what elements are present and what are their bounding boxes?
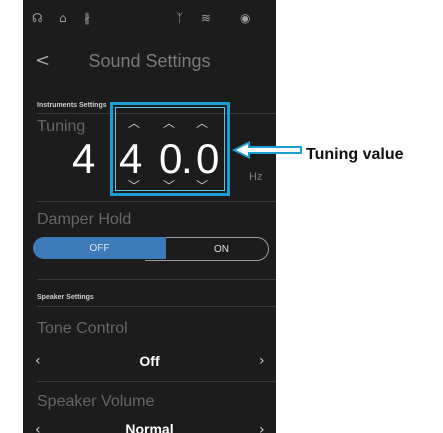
tuning-label: Tuning <box>37 118 86 135</box>
tone-control-value: Off <box>139 353 160 369</box>
divider <box>37 381 276 382</box>
divider <box>37 306 276 307</box>
phone-screen: ☊ ⌂ ∦ ᛉ ≋ ◉ < Sound Settings Instruments… <box>23 0 276 433</box>
damper-hold-label: Damper Hold <box>37 211 132 228</box>
audio-icon: ≋ <box>201 11 212 25</box>
speaker-volume-value: Normal <box>125 421 174 433</box>
tone-control-label: Tone Control <box>37 320 128 337</box>
tuning-digit-1: 4 <box>72 135 96 182</box>
tuning-highlight-box <box>110 102 230 196</box>
tuning-unit: Hz <box>249 171 263 183</box>
tone-next-arrow[interactable]: › <box>259 353 265 369</box>
usb-icon: ᛉ <box>176 11 184 25</box>
divider <box>37 279 276 280</box>
page-title: Sound Settings <box>88 51 211 71</box>
damper-off-label: OFF <box>89 242 110 254</box>
status-bar: ☊ ⌂ ∦ ᛉ ≋ ◉ <box>23 8 276 30</box>
speaker-volume-label: Speaker Volume <box>37 393 155 410</box>
damper-off-toggle[interactable]: OFF <box>33 237 166 259</box>
bluetooth-icon: ∦ <box>84 11 90 25</box>
lock-icon: ⌂ <box>59 11 67 25</box>
wireless-icon: ◉ <box>240 11 251 25</box>
section-label-speaker: Speaker Settings <box>37 294 94 301</box>
callout-label: Tuning value <box>306 146 404 163</box>
volume-next-arrow[interactable]: › <box>259 422 265 433</box>
header: < Sound Settings <box>23 44 276 80</box>
divider <box>37 201 276 202</box>
headphone-icon: ☊ <box>32 11 43 25</box>
damper-on-label: ON <box>214 243 229 255</box>
section-label-instruments: Instruments Settings <box>37 102 107 109</box>
callout-arrow-icon <box>232 141 302 159</box>
